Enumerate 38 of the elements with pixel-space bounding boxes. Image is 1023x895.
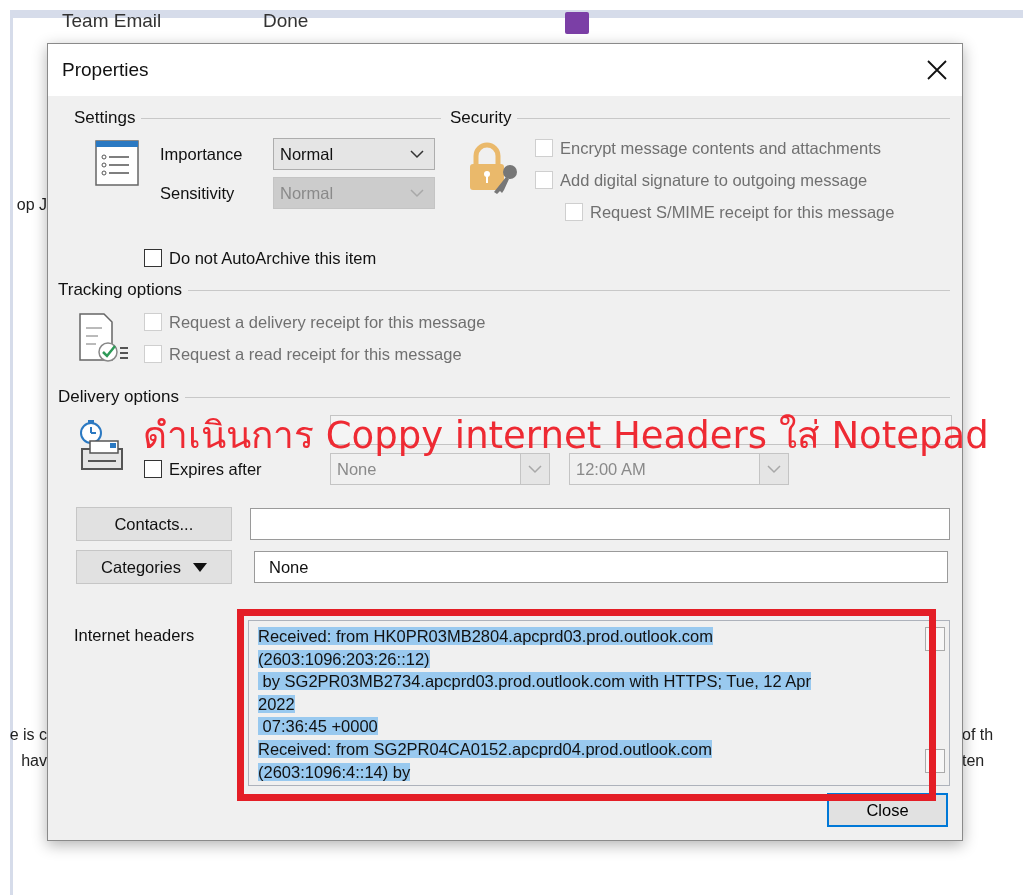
- caret-icon: [192, 562, 207, 572]
- receipt-check-icon: [78, 312, 130, 364]
- categories-button[interactable]: Categories: [76, 550, 232, 584]
- chevron-icon: [410, 149, 424, 159]
- background-text: op J: [16, 196, 47, 214]
- chevron-icon: [767, 464, 781, 474]
- checkbox[interactable]: [144, 249, 162, 267]
- ribbon-label: Done: [263, 10, 309, 32]
- background-text: hav: [21, 752, 47, 770]
- close-icon[interactable]: [926, 59, 948, 81]
- checkbox-label: Add digital signature to outgoing message: [560, 170, 868, 190]
- checkbox-label: Expires after: [169, 459, 262, 479]
- section-heading: Tracking options: [58, 280, 183, 300]
- checkbox-label: Encrypt message contents and attachments: [560, 138, 881, 158]
- categories-field[interactable]: None: [254, 551, 948, 583]
- checkbox-label: Do not AutoArchive this item: [169, 248, 377, 268]
- background-text: ten: [962, 752, 985, 770]
- headers-text-area[interactable]: Received: from HK0PR03MB2804.apcprd03.prod.outlook.com (2603:1096:203:26::12) by SG2PR03MB2734.apcprd03.prod.outlook.com with HTTPS; Tue, 12 Apr 2022 07:36:45 +0000 Received: from SG2PR04CA0152.apcprd04.prod.outlook.com (2603:1096:4::14) by: [248, 620, 950, 786]
- contacts-field[interactable]: [249, 508, 950, 540]
- background-text: of th: [962, 726, 994, 744]
- field-label: Sensitivity: [160, 183, 236, 203]
- dropdown[interactable]: Normal: [273, 138, 435, 170]
- checkbox-label: Request a delivery receipt for this message: [169, 312, 486, 332]
- list-icon: [95, 140, 139, 186]
- window-title: Properties: [62, 59, 149, 81]
- checkbox[interactable]: [144, 460, 162, 478]
- contacts-button[interactable]: Contacts...: [76, 507, 232, 541]
- ribbon-label: Team Email: [62, 10, 162, 32]
- field-label: Internet headers: [74, 626, 196, 645]
- background-text: e is c: [9, 726, 47, 744]
- checkbox-label: Request a read receipt for this message: [169, 344, 462, 364]
- section-heading: Delivery options: [58, 387, 179, 407]
- chevron-icon: [528, 464, 542, 474]
- checkbox-label: Request S/MIME receipt for this message: [590, 202, 895, 222]
- chevron-icon: [410, 188, 424, 198]
- field-label: Importance: [160, 144, 244, 164]
- section-heading: Settings: [74, 108, 136, 128]
- section-heading: Security: [450, 108, 512, 128]
